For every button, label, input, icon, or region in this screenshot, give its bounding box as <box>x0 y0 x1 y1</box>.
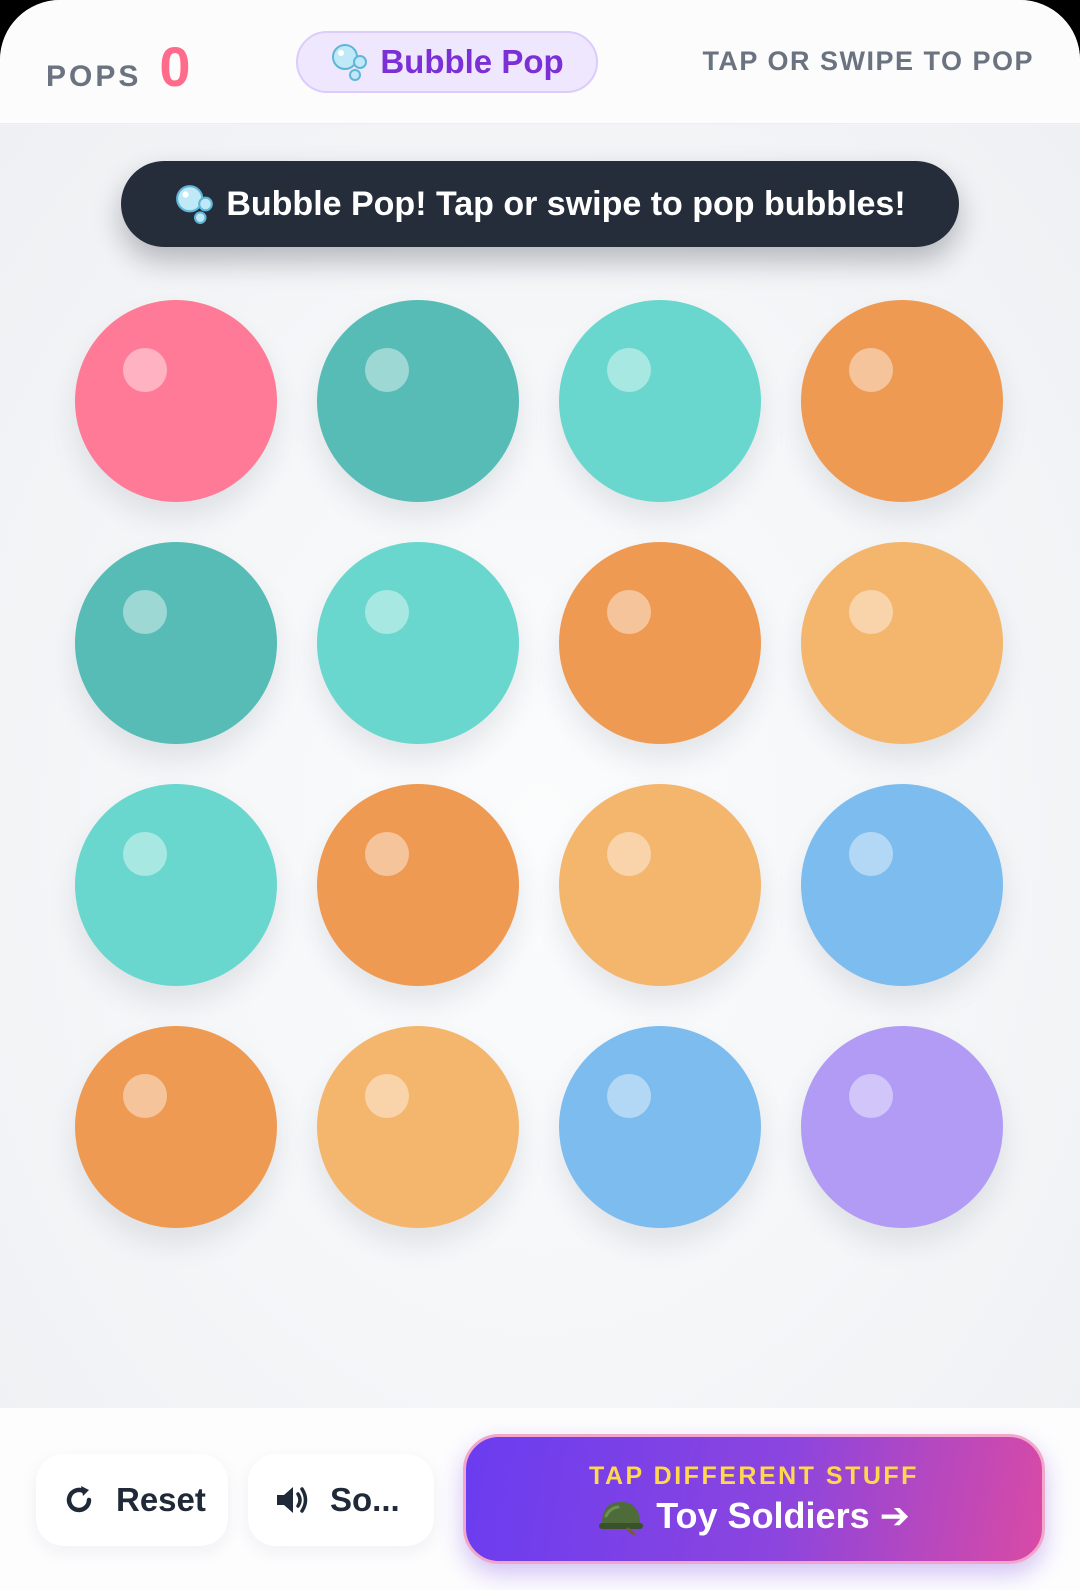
next-game-main: Toy Soldiers ➔ <box>598 1495 910 1537</box>
bubble-shine <box>123 590 167 634</box>
bubble-shine <box>365 348 409 392</box>
banner-text: Bubble Pop! Tap or swipe to pop bubbles! <box>226 184 906 223</box>
game-title: Bubble Pop <box>380 43 564 80</box>
bubble-shine <box>607 832 651 876</box>
reset-button[interactable]: Reset <box>36 1454 228 1546</box>
next-game-label: Toy Soldiers <box>656 1494 870 1536</box>
bubble[interactable] <box>75 542 277 744</box>
bubble-shine <box>365 1074 409 1118</box>
bubble[interactable] <box>801 542 1003 744</box>
helmet-icon <box>599 1501 644 1535</box>
bubble[interactable] <box>75 1026 277 1228</box>
bubbles-icon <box>176 185 214 224</box>
app-frame: POPS 0 Bubble Pop TAP OR SWIPE TO POP Bu… <box>0 0 1080 1590</box>
pops-label: POPS <box>46 60 142 93</box>
bubble[interactable] <box>317 542 519 744</box>
bubble-shine <box>607 590 651 634</box>
game-title-pill: Bubble Pop <box>296 31 598 93</box>
bubble-shine <box>849 348 893 392</box>
pops-value: 0 <box>159 35 191 98</box>
bubble-shine <box>607 1074 651 1118</box>
bubble[interactable] <box>317 784 519 986</box>
hint-text: TAP OR SWIPE TO POP <box>702 46 1034 76</box>
arrow-right-icon: ➔ <box>879 1494 910 1536</box>
bubble[interactable] <box>559 784 761 986</box>
bubble-shine <box>849 590 893 634</box>
bubble-shine <box>123 348 167 392</box>
bubble[interactable] <box>317 300 519 502</box>
refresh-icon <box>66 1486 92 1513</box>
bubble[interactable] <box>801 784 1003 986</box>
bubble-shine <box>849 832 893 876</box>
next-game-button[interactable]: TAP DIFFERENT STUFF Toy Soldiers ➔ <box>463 1434 1045 1564</box>
top-bar: POPS 0 Bubble Pop TAP OR SWIPE TO POP <box>0 0 1080 124</box>
bubbles-icon <box>332 44 368 81</box>
bubble-shine <box>123 1074 167 1118</box>
bubble[interactable] <box>559 542 761 744</box>
bubble-board <box>0 125 1080 1408</box>
bubble[interactable] <box>75 784 277 986</box>
pops-counter: POPS 0 <box>46 34 191 99</box>
bubble[interactable] <box>559 1026 761 1228</box>
bubble[interactable] <box>317 1026 519 1228</box>
bubble-shine <box>607 348 651 392</box>
bubble[interactable] <box>559 300 761 502</box>
bubble-shine <box>123 832 167 876</box>
bubble-shine <box>365 590 409 634</box>
bubble-shine <box>849 1074 893 1118</box>
sound-label: So... <box>330 1481 400 1518</box>
bubble[interactable] <box>801 300 1003 502</box>
bubble[interactable] <box>75 300 277 502</box>
bubble[interactable] <box>801 1026 1003 1228</box>
reset-label: Reset <box>116 1481 206 1518</box>
next-game-subtitle: TAP DIFFERENT STUFF <box>589 1461 919 1490</box>
speaker-icon <box>277 1487 308 1513</box>
instruction-banner: Bubble Pop! Tap or swipe to pop bubbles! <box>121 161 959 247</box>
bubble-shine <box>365 832 409 876</box>
sound-button[interactable]: So... <box>248 1454 434 1546</box>
